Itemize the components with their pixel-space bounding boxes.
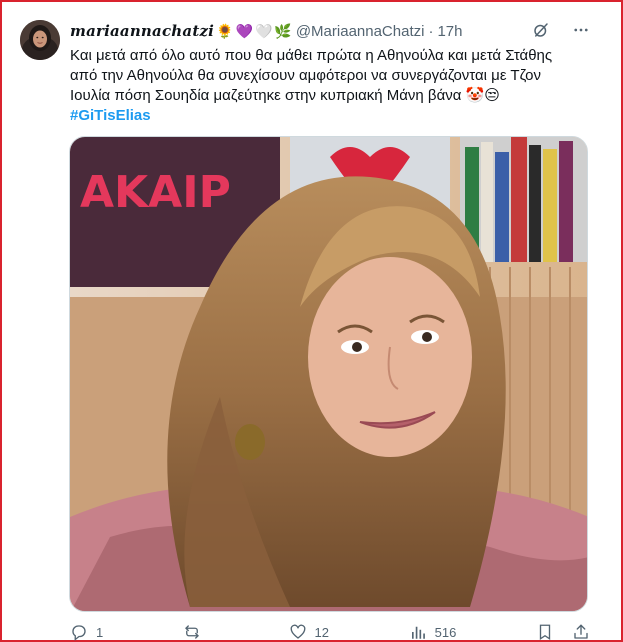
white-heart-emoji-icon: 🤍	[254, 23, 273, 39]
avatar[interactable]	[20, 20, 60, 60]
window-frame: mariaannachatzi 🌻 💜 🤍 🌿 @MariaannaChatzi…	[0, 0, 623, 642]
tweet-header: mariaannachatzi 🌻 💜 🤍 🌿 @MariaannaChatzi…	[70, 20, 462, 42]
views-icon	[411, 626, 425, 639]
avatar-image	[20, 20, 60, 60]
sunflower-emoji-icon: 🌻	[216, 23, 234, 39]
user-handle[interactable]: @MariaannaChatzi	[296, 23, 425, 40]
views-count: 516	[434, 624, 457, 640]
like-button[interactable]: 12	[289, 623, 329, 641]
tweet-text-line: Ιουλία πόση Σουηδία μαζεύτηκε στην κυπρι…	[70, 87, 500, 104]
share-button[interactable]	[572, 623, 590, 641]
tweet-media-image[interactable]: AKAIP	[69, 136, 588, 612]
media-photo: AKAIP	[70, 137, 587, 611]
hashtag-link[interactable]: #GiTisElias	[70, 106, 590, 126]
tweet-text: Και μετά από όλο αυτό που θα μάθει πρώτα…	[70, 46, 590, 126]
tweet-secondary-actions	[536, 623, 590, 641]
bookmark-icon	[539, 624, 551, 641]
retweet-button[interactable]	[183, 623, 209, 641]
retweet-icon	[185, 625, 199, 639]
tweet-text-line: από την Αθηνούλα θα συνεχίσουν αμφότεροι…	[70, 67, 542, 84]
tweet-timestamp[interactable]: 17h	[437, 23, 462, 40]
header-separator: ·	[428, 22, 434, 40]
purple-heart-emoji-icon: 💜	[235, 23, 253, 39]
heart-icon	[290, 624, 305, 639]
views-button[interactable]: 516	[409, 623, 457, 641]
reply-button[interactable]: 1	[70, 623, 103, 641]
display-name[interactable]: mariaannachatzi	[70, 22, 214, 40]
tweet-text-line: Και μετά από όλο αυτό που θα μάθει πρώτα…	[70, 47, 553, 64]
slash-circle-icon[interactable]	[531, 20, 551, 40]
like-count: 12	[314, 624, 329, 640]
reply-icon	[72, 625, 86, 641]
reply-count: 1	[96, 624, 104, 640]
svg-text:AKAIP: AKAIP	[80, 167, 231, 218]
share-icon	[574, 624, 588, 639]
bookmark-button[interactable]	[536, 623, 554, 641]
tweet-actions-bar: 1 12 516	[70, 622, 590, 642]
herb-emoji-icon: 🌿	[274, 23, 292, 39]
more-icon[interactable]	[571, 20, 591, 40]
tweet-top-actions	[531, 20, 591, 40]
tweet[interactable]: mariaannachatzi 🌻 💜 🤍 🌿 @MariaannaChatzi…	[2, 2, 621, 642]
